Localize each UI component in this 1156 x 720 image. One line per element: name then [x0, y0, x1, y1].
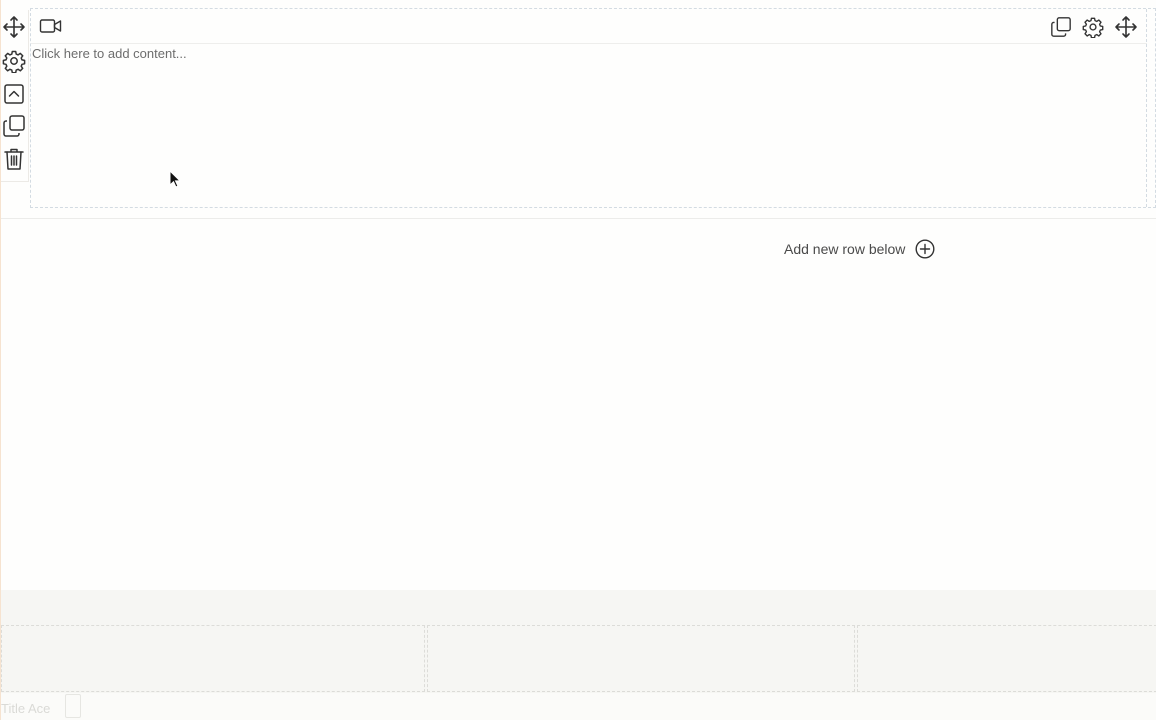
footer-column[interactable]: [857, 625, 1156, 692]
gear-icon[interactable]: [1081, 15, 1105, 39]
footer-column[interactable]: [1, 625, 425, 692]
section-divider: [1, 218, 1156, 219]
video-module[interactable]: Click here to add content...: [31, 9, 1147, 207]
gear-icon[interactable]: [2, 49, 26, 73]
content-placeholder[interactable]: Click here to add content...: [32, 46, 187, 61]
footer-faded-text: Title Ace: [1, 701, 51, 716]
duplicate-icon[interactable]: [2, 114, 26, 138]
duplicate-icon[interactable]: [1049, 15, 1073, 39]
move-icon[interactable]: [1114, 15, 1138, 39]
mouse-cursor-icon: [169, 169, 182, 188]
plus-circle-icon: [915, 239, 935, 259]
footer-faded-box: [65, 694, 81, 718]
add-row-button[interactable]: Add new row below: [784, 238, 935, 260]
page-builder-canvas: Click here to add content... Add new row…: [0, 0, 1156, 720]
module-header: [31, 9, 1147, 44]
trash-icon[interactable]: [2, 147, 26, 171]
move-icon[interactable]: [2, 15, 26, 39]
collapse-icon[interactable]: [2, 82, 26, 106]
footer-section: Title Ace: [1, 590, 1156, 720]
row-toolbar: [1, 10, 29, 182]
footer-bottom-strip: [1, 693, 1156, 720]
add-row-label: Add new row below: [784, 241, 906, 257]
footer-column[interactable]: [427, 625, 855, 692]
video-camera-icon: [39, 16, 63, 36]
